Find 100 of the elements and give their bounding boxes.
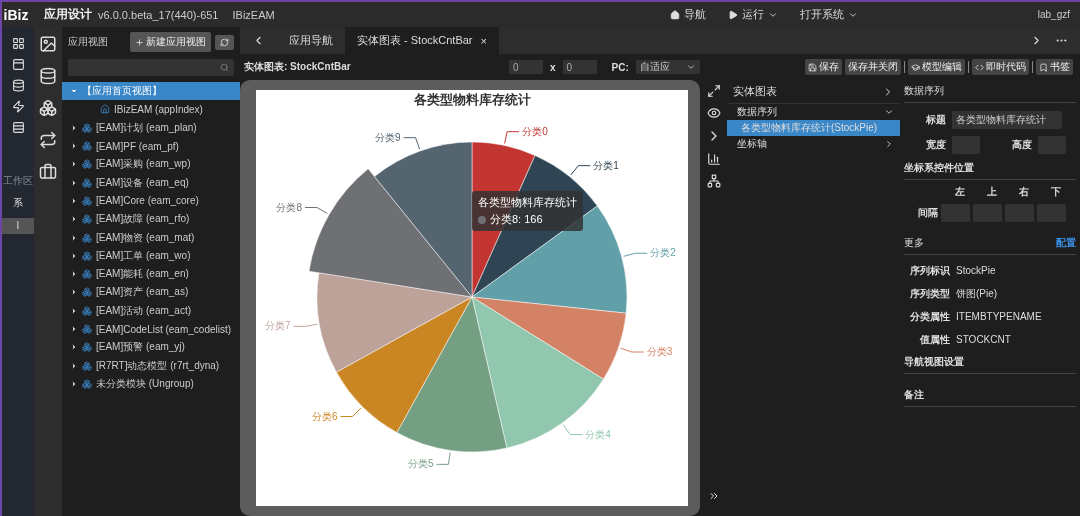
toolbar-button[interactable]: 即时代码 (972, 59, 1029, 75)
sidebar-tab[interactable]: I (2, 218, 34, 234)
tree-item[interactable]: [EAM]采购 (eam_wp) (62, 155, 240, 174)
module-icon (82, 214, 92, 225)
cap-icon (911, 62, 920, 72)
module-icon (82, 141, 92, 152)
slice-label: 分类0 (522, 125, 548, 137)
panel-icon[interactable] (11, 58, 25, 71)
times-sign: x (550, 61, 556, 73)
leader-line (293, 323, 318, 327)
tree-item[interactable]: [EAM]工单 (eam_wo) (62, 246, 240, 265)
size-select[interactable]: 自适应 (635, 60, 700, 74)
section-title: 备注 (904, 388, 924, 402)
toolbar-button[interactable]: 模型编辑 (908, 59, 965, 75)
leader-line (304, 207, 328, 214)
toolbar-button[interactable]: 保存并关闭 (845, 59, 901, 75)
section-title: 更多 (904, 236, 924, 250)
version-text: v6.0.0.beta_17(440)-651 (98, 8, 219, 21)
tree-item[interactable]: [EAM]物资 (eam_mat) (62, 228, 240, 247)
slice-label: 分类8 (276, 201, 302, 213)
bookmark-icon (1039, 62, 1048, 72)
slice-label: 分类7 (265, 320, 291, 332)
caret-right-icon (884, 139, 894, 149)
tree-item[interactable]: [EAM]PF (eam_pf) (62, 136, 240, 156)
tree-item[interactable]: [EAM]故障 (eam_rfo) (62, 210, 240, 229)
system-label[interactable]: 系 (13, 196, 23, 210)
field-label: 分类属性 (909, 309, 950, 324)
tree-item[interactable]: IBizEAM (appIndex) (62, 100, 240, 119)
module-icon (82, 159, 92, 170)
panel-title: 应用视图 (68, 35, 109, 49)
tree-item[interactable]: [EAM]预警 (eam_yj) (62, 338, 240, 357)
tree-item[interactable]: [EAM]计划 (eam_plan) (62, 118, 240, 137)
tree-item[interactable]: [EAM]能耗 (eam_en) (62, 264, 240, 284)
close-icon[interactable]: × (480, 34, 487, 47)
field-label: 高度 (1011, 138, 1032, 152)
y-field[interactable]: 0 (562, 60, 597, 74)
hierarchy-icon[interactable] (706, 174, 721, 188)
cubes-icon[interactable] (39, 99, 57, 117)
tree-item[interactable]: 【应用首页视图】 (62, 82, 240, 101)
tree-item[interactable]: [EAM]活动 (eam_act) (62, 301, 240, 320)
list-icon[interactable] (11, 121, 25, 134)
menu-item[interactable]: 打开系统 (799, 7, 858, 22)
database-icon[interactable] (11, 79, 25, 92)
tree-item[interactable]: [EAM]Core (eam_core) (62, 191, 240, 211)
config-link[interactable]: 配置 (1056, 236, 1076, 250)
title-field[interactable]: 各类型物料库存统计 (952, 111, 1062, 129)
side-label: 左 (954, 185, 966, 199)
side-label: 下 (1050, 185, 1062, 199)
briefcase-icon[interactable] (39, 163, 57, 181)
field-label: 标题 (925, 113, 946, 127)
slice-label: 分类6 (311, 410, 338, 422)
tree-item[interactable]: [R7RT]动态模型 (r7rt_dyna) (62, 356, 240, 375)
editor-title: 实体图表: StockCntBar (244, 60, 352, 74)
double-chevron-icon[interactable] (707, 490, 720, 502)
caret-down-icon (884, 107, 894, 117)
repeat-icon[interactable] (39, 131, 57, 149)
menu-item[interactable]: 运行 (727, 7, 778, 22)
lightning-icon[interactable] (11, 100, 25, 113)
outline-title: 实体图表 (733, 84, 777, 99)
search-icon (220, 63, 229, 72)
user-name[interactable]: lab_gzf (1037, 9, 1070, 20)
bar-chart-icon[interactable] (706, 152, 721, 166)
database-icon[interactable] (39, 67, 57, 85)
field-label: 值属性 (919, 332, 950, 347)
toolbar-button[interactable]: 书签 (1036, 59, 1073, 75)
save-icon (808, 62, 817, 72)
play-icon (727, 9, 738, 20)
tree-item[interactable]: [EAM]设备 (eam_eq) (62, 173, 240, 192)
plus-icon (135, 37, 144, 47)
module-icon (82, 232, 92, 243)
eye-icon[interactable] (706, 106, 721, 120)
field-value: ITEMBTYPENAME (956, 311, 1042, 322)
tree-item[interactable]: 未分类模块 (Ungroup) (62, 374, 240, 394)
app-title: 应用设计 (44, 6, 92, 23)
toolbar-button[interactable]: 保存 (805, 59, 842, 75)
x-field[interactable]: 0 (509, 60, 543, 74)
section-title: 数据序列 (904, 84, 944, 98)
outline-item[interactable]: 数据序列 (727, 104, 900, 120)
tree-item[interactable]: [EAM]CodeList (eam_codelist) (62, 319, 240, 339)
search-field[interactable] (68, 59, 234, 76)
refresh-button[interactable] (215, 34, 234, 50)
caret-down-icon (685, 62, 696, 72)
leader-line (623, 252, 648, 257)
new-view-button[interactable]: 新建应用视图 (130, 32, 211, 52)
module-icon (82, 342, 92, 353)
tooltip-value: 分类8: 166 (478, 212, 577, 227)
grid-icon[interactable] (11, 37, 25, 50)
slice-label: 分类4 (585, 428, 611, 440)
module-icon (82, 324, 92, 334)
image-icon[interactable] (39, 35, 57, 53)
chart-title: 各类型物料库存统计 (413, 92, 531, 107)
tab[interactable]: 实体图表 - StockCntBar × (345, 27, 499, 54)
module-icon (82, 287, 92, 298)
outline-item[interactable]: 坐标轴 (727, 136, 900, 152)
caret-right-icon (70, 325, 78, 333)
slice-label: 分类2 (650, 247, 676, 259)
leader-line (562, 424, 583, 436)
module-icon (82, 360, 92, 371)
tree-item[interactable]: [EAM]资产 (eam_as) (62, 283, 240, 302)
menu-item[interactable]: 导航 (669, 7, 706, 22)
